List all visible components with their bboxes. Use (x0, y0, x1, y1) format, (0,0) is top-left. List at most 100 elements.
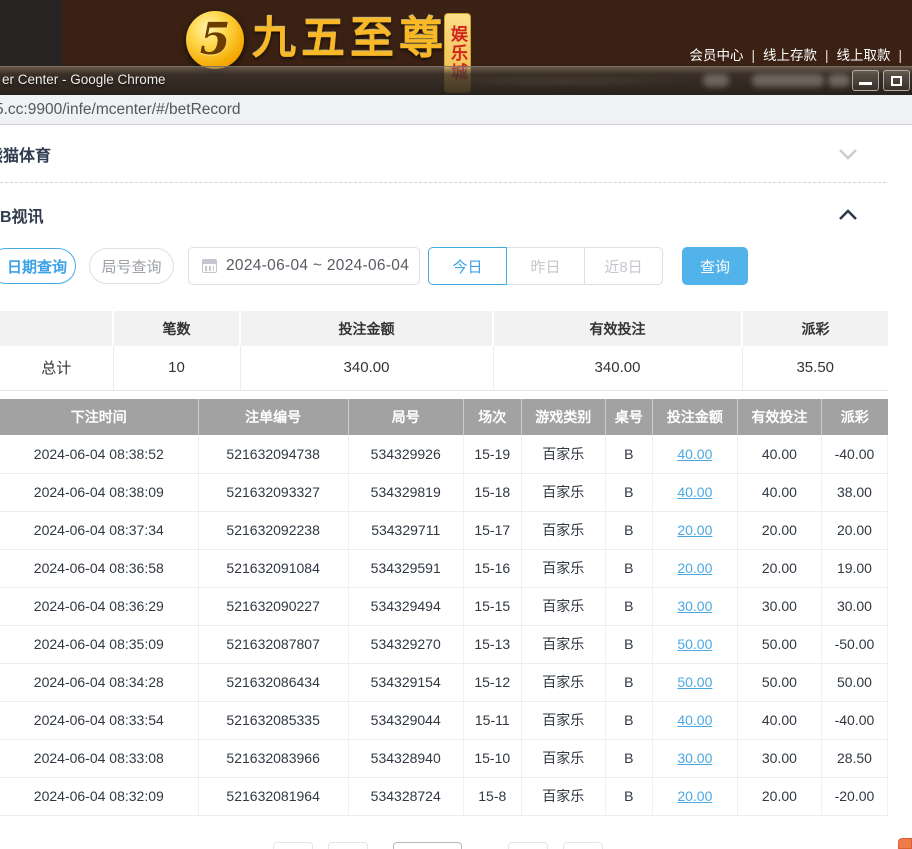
table-row: 2024-06-04 08:38:09 521632093327 534329819… (0, 473, 889, 512)
table-row: 2024-06-04 08:32:09 521632081964 534328724… (0, 777, 889, 816)
search-button[interactable]: 查询 (682, 247, 748, 285)
minimize-button[interactable] (852, 70, 879, 91)
calendar-icon (202, 259, 217, 273)
nav-link[interactable]: 线上取款 (836, 48, 890, 63)
bet-amount-link[interactable]: 20.00 (677, 788, 712, 804)
table-row: 2024-06-04 08:34:28 521632086434 534329154… (0, 663, 889, 702)
maximize-icon (891, 75, 902, 86)
order-number: 521632092238 (198, 511, 349, 550)
bet-table-body: 2024-06-04 08:38:52 521632094738 534329926… (0, 435, 889, 816)
bet-amount-link[interactable]: 40.00 (677, 712, 712, 728)
pagination-current[interactable] (393, 842, 462, 849)
round-query-label: 局号查询 (101, 258, 162, 276)
section-title: B视讯 (0, 209, 44, 226)
brand-logo-text: 九五至尊 (252, 14, 448, 63)
bet-table-header-cell: 有效投注 (737, 399, 822, 435)
nav-separator: | (898, 48, 902, 63)
bet-time: 2024-06-04 08:32:09 (0, 777, 199, 816)
minimize-icon (859, 82, 872, 85)
table-number: B (605, 511, 653, 550)
bet-amount-link[interactable]: 20.00 (677, 560, 712, 576)
session: 15-11 (463, 701, 522, 740)
last-8-days-button[interactable]: 近8日 (584, 247, 663, 285)
bet-amount-link: 50.00 (652, 663, 738, 702)
round-query-tab[interactable]: 局号查询 (89, 248, 174, 284)
valid-bet: 30.00 (737, 587, 822, 626)
session: 15-12 (463, 663, 522, 702)
summary-table: 笔数 投注金额 有效投注 派彩 总计 10 340.00 340.00 35.50 (0, 311, 888, 391)
bet-amount-link[interactable]: 20.00 (677, 522, 712, 538)
payout: 50.00 (821, 663, 889, 702)
date-range-value: 2024-06-04 ~ 2024-06-04 (226, 257, 410, 274)
bet-table-header-cell: 局号 (348, 399, 464, 435)
summary-total-row: 总计 10 340.00 340.00 35.50 (0, 346, 888, 391)
table-number: B (605, 739, 653, 778)
floating-service-widget[interactable] (898, 838, 912, 849)
game-type: 百家乐 (521, 625, 606, 664)
date-query-tab[interactable]: 日期查询 (0, 248, 76, 284)
valid-bet: 40.00 (737, 435, 822, 474)
table-number: B (605, 587, 653, 626)
session: 15-15 (463, 587, 522, 626)
table-row: 2024-06-04 08:33:54 521632085335 534329044… (0, 701, 889, 740)
bet-time: 2024-06-04 08:36:58 (0, 549, 199, 588)
yesterday-button[interactable]: 昨日 (506, 247, 585, 285)
url-text: 5.cc:9900/infe/mcenter/#/betRecord (0, 101, 241, 118)
table-row: 2024-06-04 08:36:58 521632091084 534329591… (0, 549, 889, 588)
payout: -50.00 (821, 625, 889, 664)
valid-bet: 50.00 (737, 663, 822, 702)
logo-number: 5 (199, 14, 231, 65)
bet-time: 2024-06-04 08:34:28 (0, 663, 199, 702)
nav-link[interactable]: 会员中心 (689, 48, 743, 63)
game-type: 百家乐 (521, 587, 606, 626)
table-number: B (605, 777, 653, 816)
game-type: 百家乐 (521, 777, 606, 816)
section-bb-video[interactable]: B视讯 (0, 190, 886, 240)
bet-amount-link[interactable]: 40.00 (677, 484, 712, 500)
chevron-down-icon (839, 149, 857, 160)
order-number: 521632087807 (198, 625, 349, 664)
today-button[interactable]: 今日 (428, 247, 507, 285)
table-number: B (605, 549, 653, 588)
bet-amount-link[interactable]: 30.00 (677, 750, 712, 766)
date-range-input[interactable]: 2024-06-04 ~ 2024-06-04 (188, 247, 420, 285)
section-panda-sports[interactable]: 熊猫体育 (0, 126, 886, 183)
summary-cell: 340.00 (240, 346, 494, 391)
payout: 28.50 (821, 739, 889, 778)
blurred-text (828, 74, 850, 87)
filter-toolbar: 日期查询 局号查询 2024-06-04 ~ 2024-06-04 今日 昨日 … (0, 247, 912, 287)
summary-cell: 10 (113, 346, 241, 391)
bet-amount-link[interactable]: 50.00 (677, 674, 712, 690)
bet-amount-link[interactable]: 50.00 (677, 636, 712, 652)
bet-table-header-cell: 桌号 (605, 399, 653, 435)
bet-table-header-cell: 场次 (463, 399, 522, 435)
pagination-button[interactable] (563, 842, 603, 849)
payout: -40.00 (821, 701, 889, 740)
table-row: 2024-06-04 08:37:34 521632092238 534329711… (0, 511, 889, 550)
table-row: 2024-06-04 08:36:29 521632090227 534329494… (0, 587, 889, 626)
summary-header-cell: 笔数 (113, 311, 241, 346)
bet-amount-link[interactable]: 30.00 (677, 598, 712, 614)
payout: 38.00 (821, 473, 889, 512)
brand-logo-icon: 5 (186, 11, 244, 69)
order-number: 521632083966 (198, 739, 349, 778)
bet-amount-link[interactable]: 40.00 (677, 446, 712, 462)
maximize-button[interactable] (883, 70, 910, 91)
summary-header-cell (0, 311, 114, 346)
round-number: 534329044 (348, 701, 464, 740)
nav-link[interactable]: 线上存款 (763, 48, 817, 63)
nav-separator: | (751, 48, 755, 63)
bet-amount-link: 50.00 (652, 625, 738, 664)
bet-table-header-cell: 游戏类别 (521, 399, 606, 435)
bet-time: 2024-06-04 08:33:08 (0, 739, 199, 778)
game-type: 百家乐 (521, 663, 606, 702)
pagination-button[interactable] (508, 842, 548, 849)
pagination-button[interactable] (328, 842, 368, 849)
bet-table-header-row: 下注时间 注单编号 局号 场次 游戏类别 桌号 投注金额 有效投注 派彩 (0, 399, 888, 435)
round-number: 534329591 (348, 549, 464, 588)
pagination-button[interactable] (273, 842, 313, 849)
address-bar[interactable]: 5.cc:9900/infe/mcenter/#/betRecord (0, 95, 912, 125)
blurred-text (703, 74, 729, 87)
bet-time: 2024-06-04 08:33:54 (0, 701, 199, 740)
bet-amount-link: 30.00 (652, 587, 738, 626)
